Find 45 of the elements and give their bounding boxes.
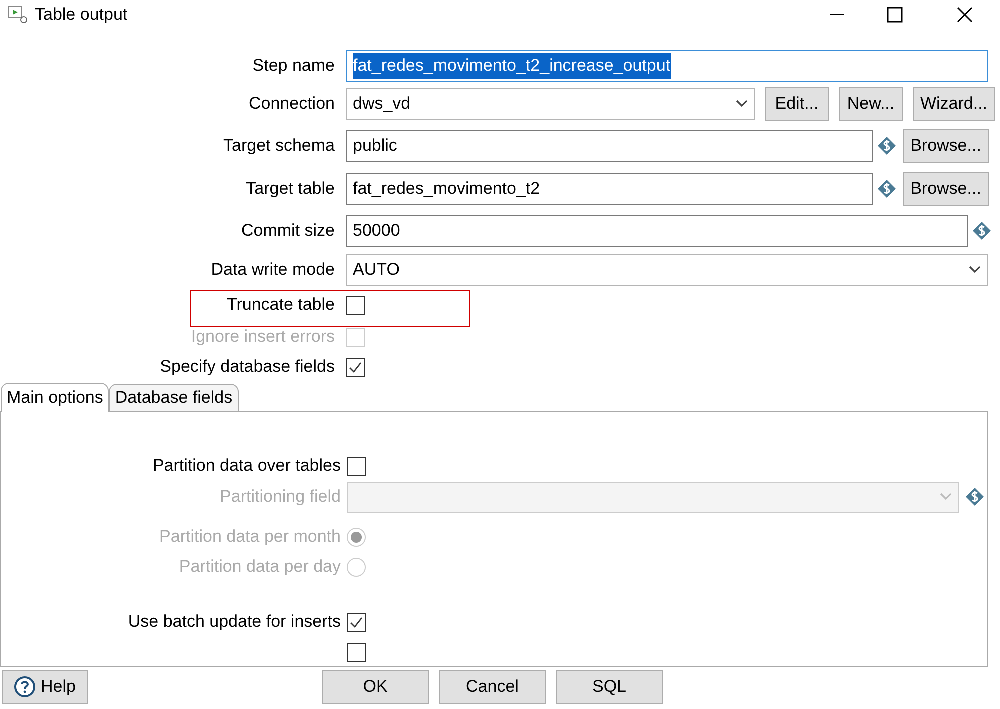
field-label: Partition data per day [179,556,341,578]
dialog-button[interactable]: New... [839,87,903,121]
field-label: Ignore insert errors [191,326,335,348]
dialog-button[interactable]: Edit... [765,87,829,121]
checkbox[interactable] [347,612,366,632]
checkbox[interactable] [347,456,366,476]
dropdown[interactable]: AUTO [346,254,988,286]
window-title: Table output [35,4,128,26]
maximize-icon [887,7,903,23]
field-label: Commit size [241,220,335,242]
minimize-icon [830,14,844,16]
tab[interactable]: Database fields [109,384,239,411]
field-label: Use batch update for inserts [128,611,341,634]
dialog-button[interactable]: Browse... [903,128,989,162]
text-field[interactable]: 50000 [346,215,968,247]
checkbox[interactable] [346,296,365,314]
field-label: Specify database fields [160,356,335,378]
dialog-button[interactable]: Cancel [439,670,546,704]
field-label: Truncate table [226,294,335,316]
field-label: Target schema [224,134,335,157]
chevron-down-icon [969,266,981,274]
help-button[interactable]: Help [2,670,88,704]
text-field[interactable]: public [346,130,873,162]
checkbox[interactable] [347,642,366,662]
tab[interactable]: Main options [1,383,110,412]
chevron-down-icon [736,100,748,108]
field-label: Data write mode [211,259,335,282]
field-label: Partition data per month [160,526,341,548]
help-icon [14,676,36,698]
text-field[interactable]: fat_redes_movimento_t2 [346,172,873,204]
checkbox[interactable] [346,358,365,376]
app-icon [8,6,28,24]
text-field[interactable]: fat_redes_movimento_t2_increase_output [346,50,988,82]
field-label: Connection [248,93,335,116]
chevron-down-icon [940,493,952,501]
dialog-button[interactable]: Browse... [903,172,989,206]
close-icon [957,7,973,23]
field-label: Step name [252,55,335,78]
field-label: Target table [246,178,335,200]
field-label: Partition data over tables [152,455,341,478]
dialog-button[interactable]: Wizard... [913,87,995,121]
dropdown[interactable]: dws_vd [346,88,755,120]
field-label: Partitioning field [220,486,341,508]
dialog-button[interactable]: SQL [556,670,663,704]
dialog-button[interactable]: OK [322,670,429,704]
